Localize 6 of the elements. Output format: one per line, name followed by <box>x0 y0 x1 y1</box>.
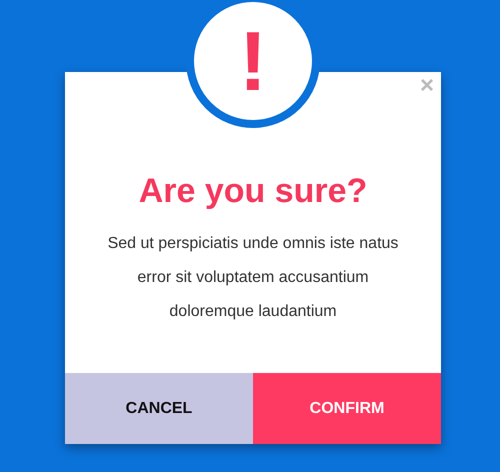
close-button[interactable]: × <box>420 74 434 98</box>
dialog-message: Sed ut perspiciatis unde omnis iste natus error sit voluptatem accusantium doloremque laudantium <box>106 234 400 322</box>
cancel-button[interactable]: CANCEL <box>65 373 253 444</box>
dialog-title: Are you sure? <box>138 172 368 211</box>
confirm-button[interactable]: CONFIRM <box>253 373 441 444</box>
warning-icon: ! <box>186 0 320 128</box>
